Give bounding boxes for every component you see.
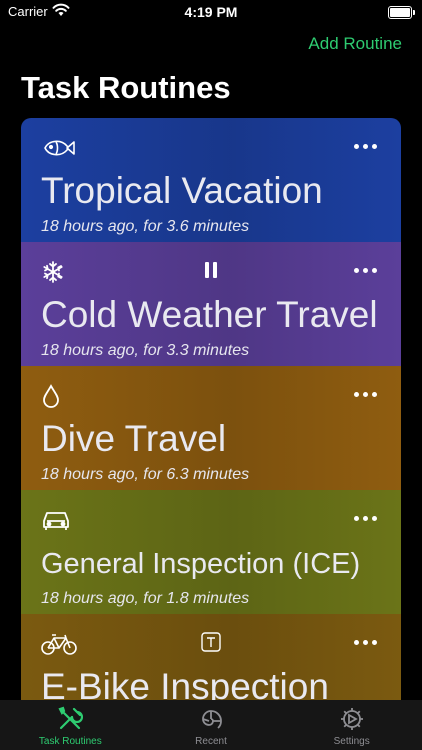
tab-task-routines[interactable]: Task Routines (0, 700, 141, 750)
fish-icon (41, 134, 77, 162)
water-drop-icon (41, 382, 77, 410)
more-options-button[interactable] (354, 268, 377, 273)
routine-card-dive-travel[interactable]: Dive Travel 18 hours ago, for 6.3 minute… (21, 366, 401, 490)
tab-recent[interactable]: Recent (141, 700, 282, 750)
routine-title: E-Bike Inspection (41, 666, 329, 700)
routine-title: General Inspection (ICE) (41, 548, 361, 580)
routine-list[interactable]: Tropical Vacation 18 hours ago, for 3.6 … (21, 118, 401, 700)
car-icon (41, 506, 77, 534)
routine-card-cold-weather-travel[interactable]: Cold Weather Travel 18 hours ago, for 3.… (21, 242, 401, 366)
tab-label: Recent (195, 736, 227, 747)
snowflake-icon (41, 258, 77, 286)
routine-card-general-inspection[interactable]: General Inspection (ICE) 18 hours ago, f… (21, 490, 401, 614)
gear-icon (340, 708, 363, 730)
routine-subtitle: 18 hours ago, for 6.3 minutes (41, 466, 250, 483)
pause-icon[interactable] (196, 256, 226, 284)
routine-title: Dive Travel (41, 418, 227, 459)
more-options-button[interactable] (354, 392, 377, 397)
status-bar: Carrier 4:19 PM (0, 0, 422, 24)
more-options-button[interactable] (354, 640, 377, 645)
more-options-button[interactable] (354, 144, 377, 149)
more-options-button[interactable] (354, 516, 377, 521)
routine-title: Tropical Vacation (41, 170, 323, 211)
routine-subtitle: 18 hours ago, for 3.3 minutes (41, 342, 250, 359)
routine-subtitle: 18 hours ago, for 3.6 minutes (41, 218, 250, 235)
tools-icon (58, 706, 84, 730)
routine-subtitle: 18 hours ago, for 1.8 minutes (41, 590, 250, 607)
routine-card-e-bike-inspection[interactable]: E-Bike Inspection (21, 614, 401, 700)
routine-card-tropical-vacation[interactable]: Tropical Vacation 18 hours ago, for 3.6 … (21, 118, 401, 242)
tab-settings[interactable]: Settings (281, 700, 422, 750)
tab-label: Settings (333, 736, 370, 747)
bicycle-icon (41, 630, 77, 658)
routine-title: Cold Weather Travel (41, 294, 378, 335)
add-routine-button[interactable]: Add Routine (308, 34, 402, 54)
battery-icon (388, 6, 415, 19)
page-title: Task Routines (21, 70, 231, 105)
text-t-icon[interactable] (196, 628, 226, 656)
nautilus-icon (202, 710, 222, 729)
tab-bar: Task Routines Recent Settings (0, 700, 422, 750)
clock: 4:19 PM (184, 4, 238, 20)
tab-label: Task Routines (38, 736, 102, 747)
